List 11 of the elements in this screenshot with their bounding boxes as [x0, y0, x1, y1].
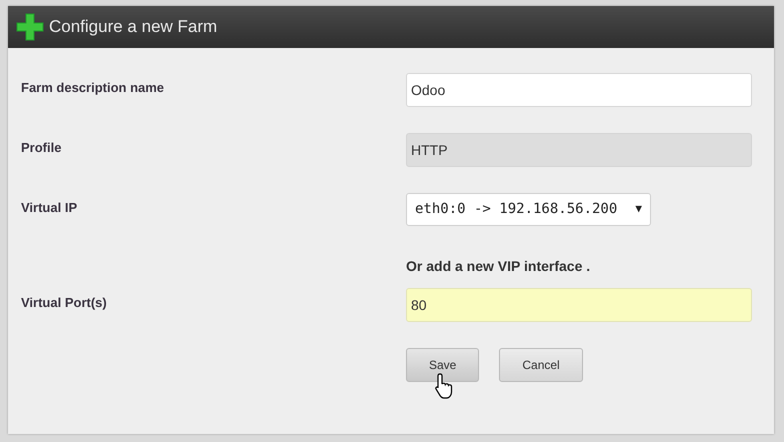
form-button[interactable]: Cancel [499, 348, 583, 382]
select-dropdown[interactable]: eth0:0 -> 192.168.56.200 ▼ [406, 193, 651, 226]
text-field[interactable]: Odoo [406, 73, 752, 107]
field-label: Virtual IP [21, 199, 78, 217]
panel-title: Configure a new Farm [49, 16, 218, 38]
text-field[interactable]: 80 [406, 288, 752, 322]
field-label: Profile [21, 139, 62, 157]
add-vip-link[interactable]: Or add a new VIP interface . [406, 256, 590, 277]
field-label: Farm description name [21, 79, 166, 97]
field-label: Virtual Port(s) [21, 294, 108, 312]
plus-icon [16, 13, 44, 41]
